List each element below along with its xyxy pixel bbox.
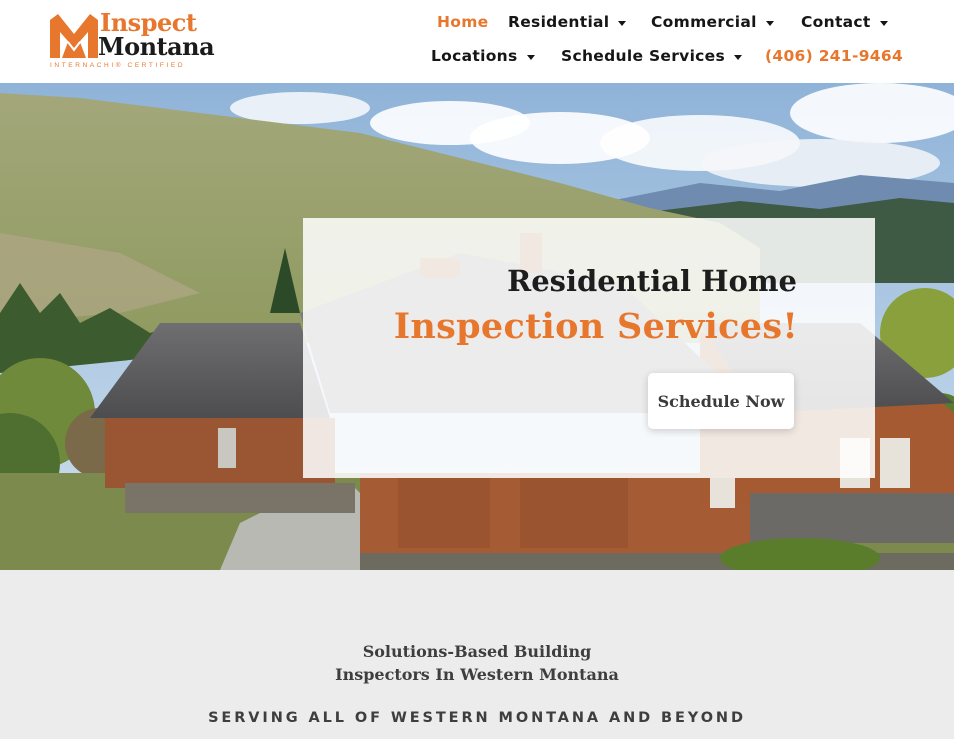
site-header: Inspect Montana INTERNACHI® CERTIFIED Ho… [0,0,954,83]
caret-down-icon [879,20,888,26]
logo-text-montana: Montana [98,32,215,61]
nav-schedule-services-label: Schedule Services [561,47,726,65]
hero-section: Residential Home Inspection Services! Sc… [0,83,954,570]
intro-subheading: SERVING ALL OF WESTERN MONTANA AND BEYON… [208,710,746,726]
nav-phone-label: (406) 241-9464 [765,47,904,65]
nav-schedule-services[interactable]: Schedule Services [561,47,743,65]
nav-commercial-label: Commercial [651,13,757,31]
nav-home[interactable]: Home [437,13,488,31]
nav-commercial[interactable]: Commercial [651,13,774,31]
hero-title-line2: Inspection Services! [393,306,798,347]
nav-phone-link[interactable]: (406) 241-9464 [765,47,903,65]
nav-residential[interactable]: Residential [508,13,627,31]
nav-contact[interactable]: Contact [801,13,888,31]
nav-contact-label: Contact [801,13,871,31]
hero-card: Residential Home Inspection Services! Sc… [303,218,875,478]
schedule-now-button[interactable]: Schedule Now [648,373,794,429]
caret-down-icon [618,20,627,26]
nav-locations[interactable]: Locations [431,47,535,65]
site-logo[interactable]: Inspect Montana INTERNACHI® CERTIFIED [48,9,223,72]
intro-heading: Solutions-Based Building Inspectors In W… [0,640,954,686]
caret-down-icon [526,54,535,60]
intro-heading-line2: Inspectors In Western Montana [335,665,619,684]
mountain-m-logo-icon [50,14,98,58]
intro-heading-line1: Solutions-Based Building [362,642,592,661]
logo-tagline: INTERNACHI® CERTIFIED [50,62,186,69]
nav-residential-label: Residential [508,13,610,31]
nav-locations-label: Locations [431,47,518,65]
caret-down-icon [734,54,743,60]
intro-section: Solutions-Based Building Inspectors In W… [0,570,954,739]
caret-down-icon [765,20,774,26]
nav-home-label: Home [437,13,489,31]
hero-title-line1: Residential Home [507,264,797,298]
